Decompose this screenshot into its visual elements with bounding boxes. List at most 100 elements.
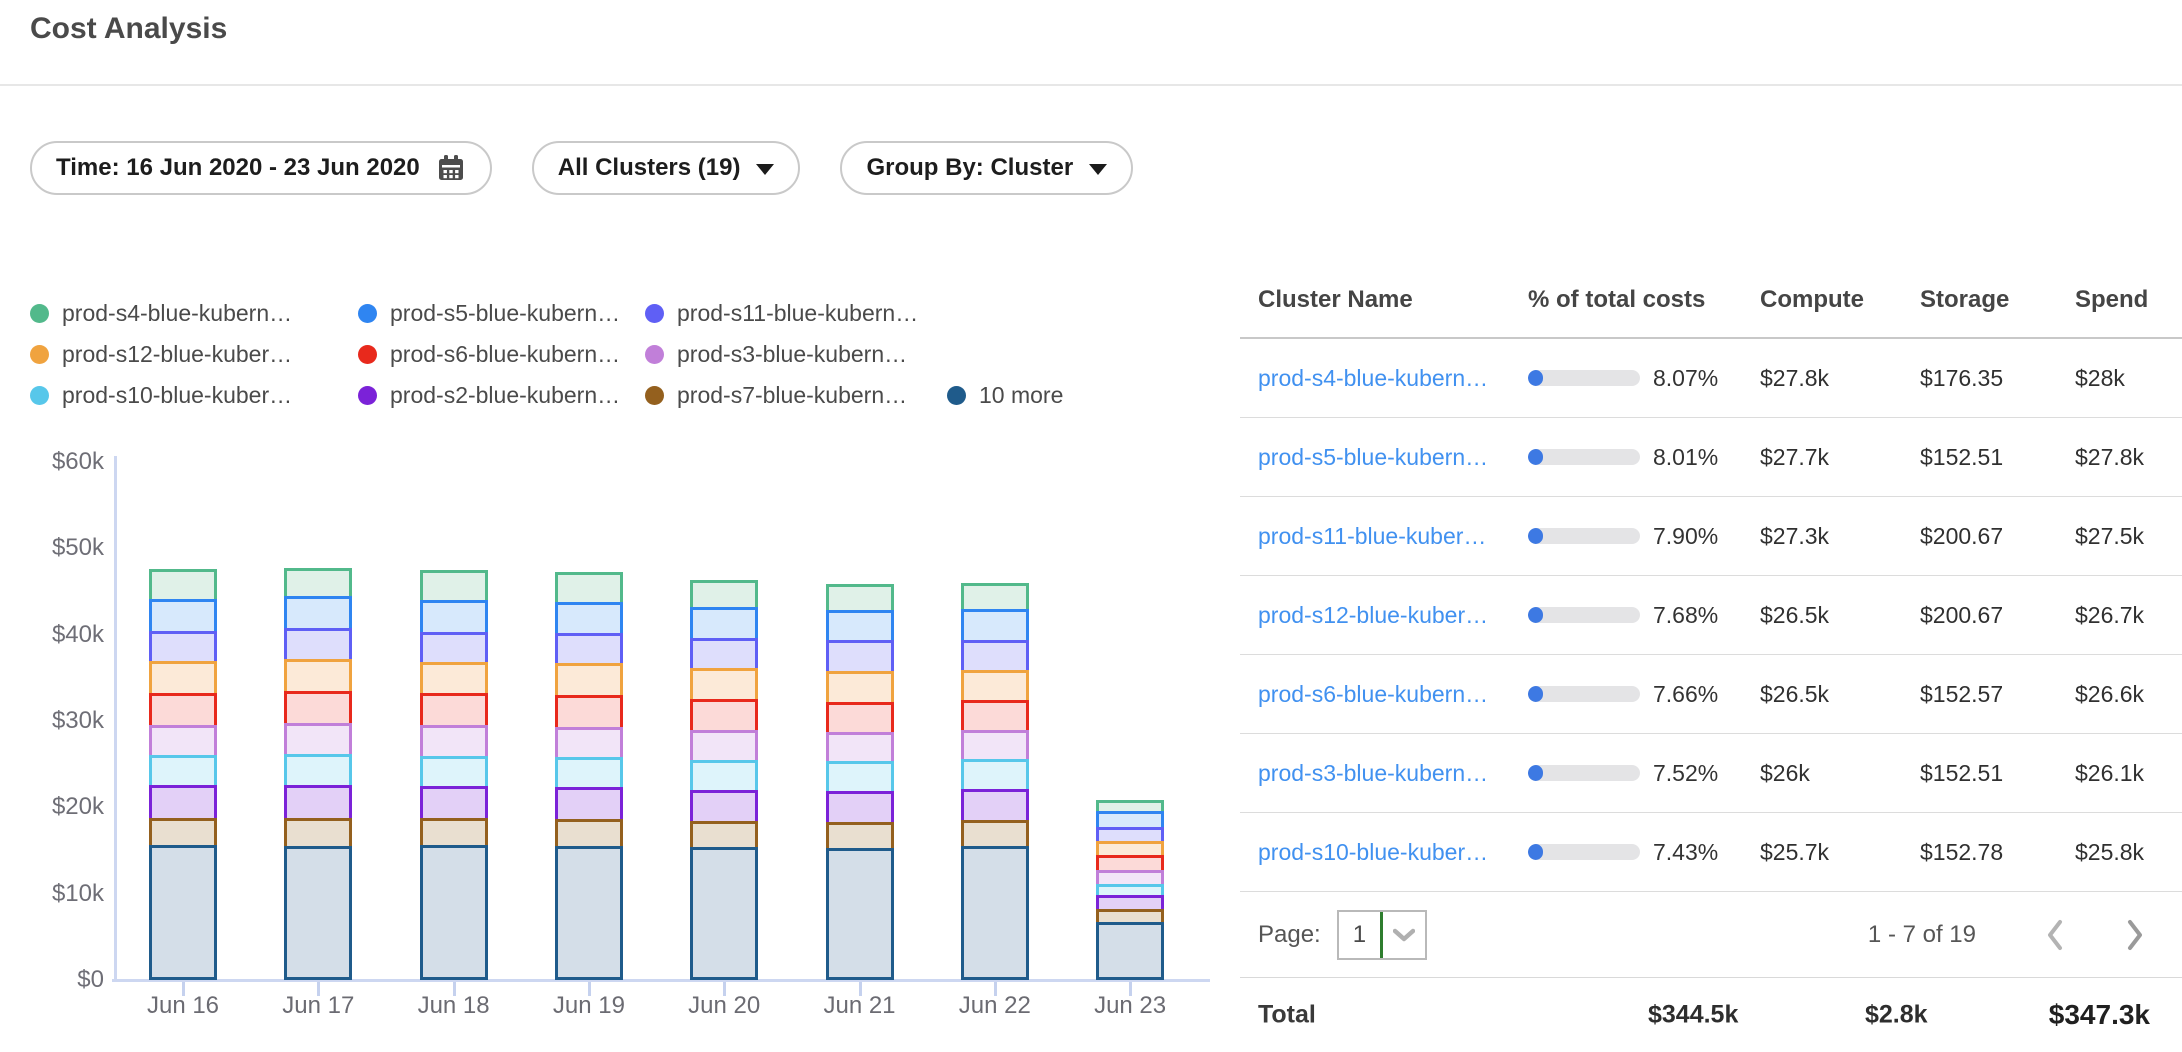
x-axis-label: Jun 22 [925, 992, 1065, 1020]
col-header-storage: Storage [1920, 286, 2075, 314]
chevron-down-icon [1383, 912, 1425, 958]
table-row: prod-s4-blue-kubern…8.07%$27.8k$176.35$2… [1240, 339, 2182, 418]
bar-segment-prod-s6 [284, 691, 352, 726]
bar-segment-prod-s6 [420, 693, 488, 728]
col-header-pct-of-total: % of total costs [1528, 286, 1760, 314]
total-row: Total $344.5k $2.8k $347.3k [1240, 978, 2182, 1052]
next-page-button[interactable] [2118, 915, 2152, 955]
pct-bar-fill [1528, 765, 1543, 781]
bar-segment-prod-s2 [690, 790, 758, 824]
pct-bar-track [1528, 765, 1640, 781]
clusters-filter-label: All Clusters (19) [558, 154, 741, 182]
pct-bar-track [1528, 844, 1640, 860]
prev-page-button[interactable] [2038, 915, 2072, 955]
legend-swatch-icon [358, 345, 377, 364]
filter-bar: Time: 16 Jun 2020 - 23 Jun 2020 All Clus… [30, 141, 1133, 195]
bar-segment-10-more [420, 845, 488, 980]
pct-value: 7.68% [1653, 602, 1718, 629]
page-select-value: 1 [1339, 912, 1381, 958]
clusters-filter-pill[interactable]: All Clusters (19) [532, 141, 801, 195]
pct-bar-fill [1528, 607, 1543, 623]
bar-segment-prod-s3 [284, 723, 352, 757]
cluster-link[interactable]: prod-s4-blue-kubern… [1258, 365, 1528, 392]
time-range-filter-pill[interactable]: Time: 16 Jun 2020 - 23 Jun 2020 [30, 141, 492, 195]
pct-bar-track [1528, 370, 1640, 386]
total-storage: $2.8k [1865, 1001, 1928, 1030]
pct-bar-track [1528, 607, 1640, 623]
chart-legend: prod-s4-blue-kubern…prod-s5-blue-kubern…… [30, 300, 1063, 409]
bar-segment-prod-s5 [690, 607, 758, 641]
bar-segment-prod-s5 [961, 609, 1029, 642]
bar-segment-prod-s3 [420, 725, 488, 759]
spend-value: $28k [2075, 365, 2182, 392]
legend-item-prod-s3[interactable]: prod-s3-blue-kubern… [645, 341, 947, 368]
legend-swatch-icon [645, 304, 664, 323]
bar-segment-prod-s6 [690, 699, 758, 733]
legend-label: prod-s12-blue-kuber… [62, 341, 292, 368]
bar-segment-prod-s10 [690, 760, 758, 792]
bar-segment-prod-s10 [555, 757, 623, 790]
stacked-bar-jun-23 [1096, 800, 1164, 980]
legend-label: prod-s10-blue-kuber… [62, 382, 292, 409]
legend-item-prod-s10[interactable]: prod-s10-blue-kuber… [30, 382, 358, 409]
bar-segment-prod-s10 [420, 756, 488, 789]
bar-segment-prod-s7 [149, 818, 217, 848]
bar-segment-prod-s2 [555, 787, 623, 822]
pct-value: 7.90% [1653, 523, 1718, 550]
legend-item-10-more[interactable]: 10 more [947, 382, 1063, 409]
page-select[interactable]: 1 [1337, 910, 1427, 960]
cluster-link[interactable]: prod-s12-blue-kuber… [1258, 602, 1528, 629]
legend-item-prod-s6[interactable]: prod-s6-blue-kubern… [358, 341, 645, 368]
bar-segment-prod-s4 [690, 580, 758, 610]
bar-segment-10-more [284, 846, 352, 980]
bar-segment-prod-s5 [826, 610, 894, 643]
storage-value: $200.67 [1920, 602, 2075, 629]
legend-swatch-icon [30, 345, 49, 364]
bar-segment-prod-s2 [149, 785, 217, 821]
pct-of-total-cell: 7.68% [1528, 602, 1760, 629]
x-axis-label: Jun 23 [1060, 992, 1200, 1020]
cost-table: Cluster Name % of total costs Compute St… [1240, 0, 2182, 1052]
legend-item-prod-s7[interactable]: prod-s7-blue-kubern… [645, 382, 947, 409]
legend-label: 10 more [979, 382, 1063, 409]
calendar-icon [436, 153, 466, 183]
cluster-link[interactable]: prod-s6-blue-kubern… [1258, 681, 1528, 708]
legend-item-prod-s4[interactable]: prod-s4-blue-kubern… [30, 300, 358, 327]
pct-bar-fill [1528, 528, 1543, 544]
bar-segment-prod-s2 [961, 789, 1029, 823]
bar-segment-prod-s12 [555, 663, 623, 698]
legend-item-prod-s5[interactable]: prod-s5-blue-kubern… [358, 300, 645, 327]
chevron-left-icon [2044, 917, 2066, 953]
bar-segment-prod-s7 [284, 818, 352, 849]
storage-value: $152.78 [1920, 839, 2075, 866]
cluster-link[interactable]: prod-s10-blue-kuber… [1258, 839, 1528, 866]
pct-bar-fill [1528, 686, 1543, 702]
legend-item-prod-s2[interactable]: prod-s2-blue-kubern… [358, 382, 645, 409]
bar-segment-10-more [961, 846, 1029, 980]
pct-value: 8.07% [1653, 365, 1718, 392]
total-spend: $347.3k [2049, 999, 2150, 1031]
page-title: Cost Analysis [30, 12, 227, 46]
group-by-label: Group By: Cluster [866, 154, 1073, 182]
group-by-filter-pill[interactable]: Group By: Cluster [840, 141, 1133, 195]
x-axis-label: Jun 17 [248, 992, 388, 1020]
bar-segment-prod-s12 [149, 661, 217, 696]
bar-segment-prod-s4 [420, 570, 488, 603]
storage-value: $200.67 [1920, 523, 2075, 550]
cluster-link[interactable]: prod-s3-blue-kubern… [1258, 760, 1528, 787]
cluster-link[interactable]: prod-s11-blue-kuber… [1258, 523, 1528, 550]
chevron-right-icon [2124, 917, 2146, 953]
bar-segment-prod-s2 [826, 791, 894, 825]
table-row: prod-s11-blue-kuber…7.90%$27.3k$200.67$2… [1240, 497, 2182, 576]
legend-label: prod-s7-blue-kubern… [677, 382, 907, 409]
pct-of-total-cell: 7.66% [1528, 681, 1760, 708]
bar-segment-prod-s6 [826, 702, 894, 735]
legend-label: prod-s3-blue-kubern… [677, 341, 907, 368]
pct-bar-fill [1528, 844, 1543, 860]
legend-item-prod-s11[interactable]: prod-s11-blue-kubern… [645, 300, 947, 327]
legend-item-prod-s12[interactable]: prod-s12-blue-kuber… [30, 341, 358, 368]
bar-segment-prod-s11 [961, 640, 1029, 673]
cluster-link[interactable]: prod-s5-blue-kubern… [1258, 444, 1528, 471]
total-compute: $344.5k [1648, 1001, 1738, 1030]
pct-bar-fill [1528, 449, 1543, 465]
